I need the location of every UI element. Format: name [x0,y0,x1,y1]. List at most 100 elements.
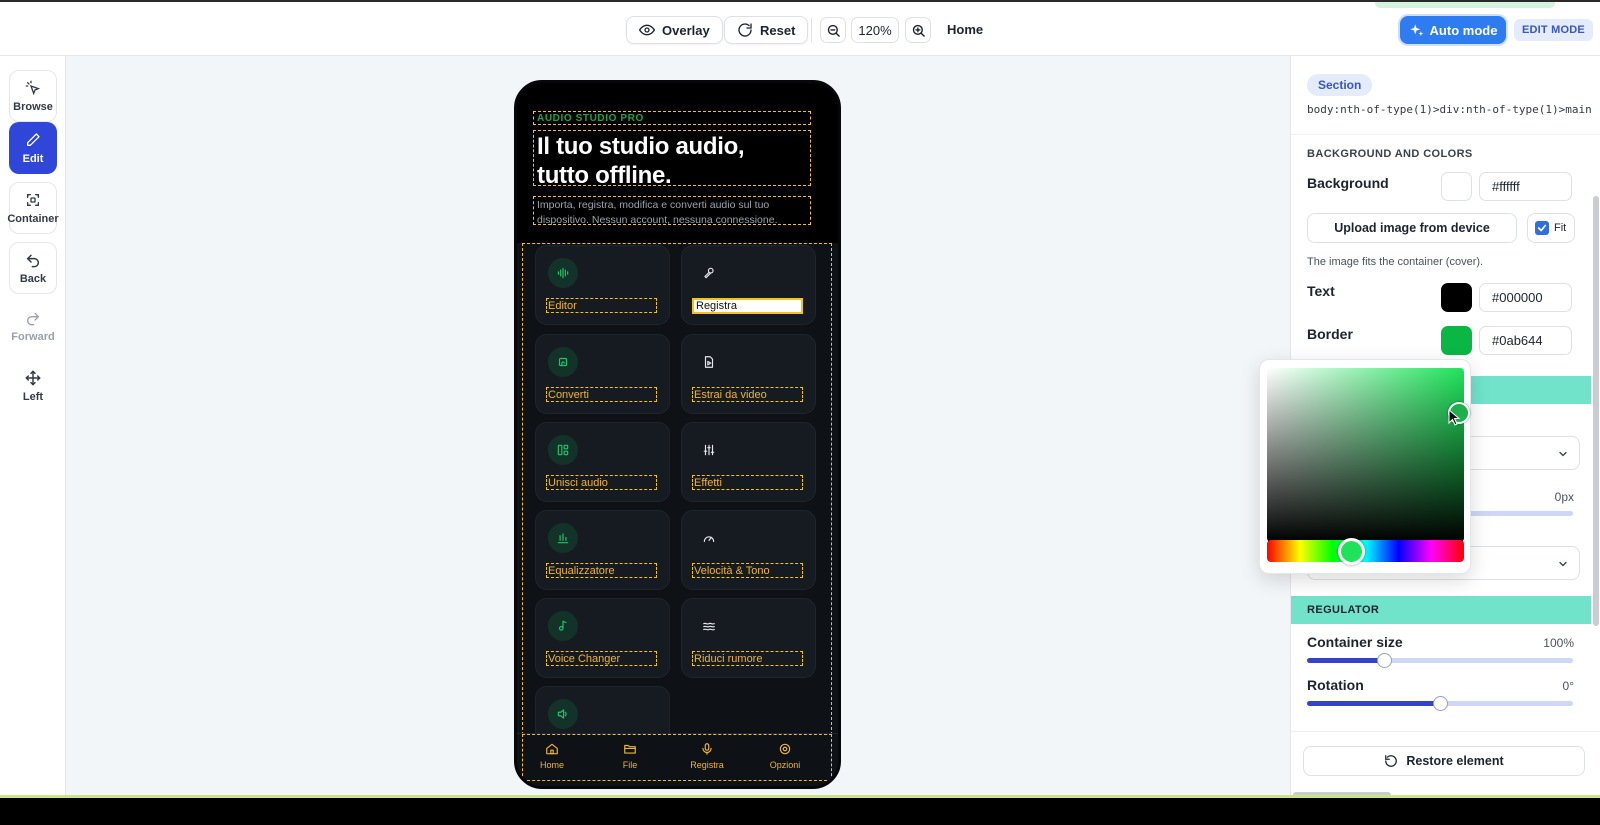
bottom-accent-line [0,795,1600,798]
background-colors-heading: BACKGROUND AND COLORS [1307,148,1473,160]
chevron-down-icon [1559,561,1567,567]
hero-section[interactable]: AUDIO STUDIO PRO Il tuo studio audio, tu… [517,83,838,243]
left-sidebar: Browse Edit Container Back Forward Left [0,56,66,797]
tile-converti[interactable]: Converti [535,334,670,414]
panel-divider [1291,134,1600,135]
border-hex-input[interactable]: #0ab644 [1479,326,1572,355]
overlay-label: Overlay [662,22,710,38]
tile-effetti[interactable]: Effetti [681,422,816,502]
fit-help-text: The image fits the container (cover). [1307,256,1484,268]
tile-estrai-da-video[interactable]: Estrai da video [681,334,816,414]
hero-title-line: Il tuo studio audio, [537,133,745,160]
tile-label-outline [546,563,657,578]
container-icon [27,193,39,206]
background-color-swatch[interactable] [1441,172,1472,201]
panel-scrollbar[interactable] [1593,196,1599,626]
music-note-icon [548,611,578,641]
zoom-out-button[interactable] [820,17,846,43]
checkbox-checked[interactable] [1535,221,1549,235]
css-selector-path: body:nth-of-type(1)>div:nth-of-type(1)>m… [1307,103,1592,116]
hero-title[interactable]: Il tuo studio audio, tutto offline. [537,132,807,190]
sidebar-item-label: Back [19,272,47,285]
sidebar-item-left[interactable]: Left [9,360,57,412]
background-hex-input[interactable]: #ffffff [1479,172,1572,201]
container-size-value: 100% [1543,636,1574,650]
selected-tile-label[interactable]: Registra [692,298,803,314]
sidebar-item-label: Edit [22,152,44,165]
border-color-label: Border [1307,326,1353,342]
tile-label-outline [546,298,657,313]
tile-editor[interactable]: Editor [535,245,670,325]
panel-divider [1291,731,1600,732]
sidebar-item-forward[interactable]: Forward [9,300,57,352]
fit-checkbox[interactable]: Fit [1527,213,1575,243]
redo-icon [27,312,39,325]
sidebar-item-label: Forward [11,330,55,343]
waves-icon [694,611,724,641]
current-page-label[interactable]: Home [947,22,983,37]
nav-item-home[interactable]: Home [522,742,582,770]
nav-label: Opzioni [769,760,801,770]
upload-image-button[interactable]: Upload image from device [1307,213,1517,243]
nav-item-file[interactable]: File [600,742,660,770]
nav-item-registra[interactable]: Registra [677,742,737,770]
zoom-in-button[interactable] [905,17,931,43]
text-color-label: Text [1307,283,1335,299]
text-hex-input[interactable]: #000000 [1479,283,1572,312]
sidebar-item-edit[interactable]: Edit [9,122,57,174]
restore-icon [1385,755,1398,767]
border-color-swatch[interactable] [1441,326,1472,355]
border-width-value: 0px [1554,490,1574,504]
sidebar-item-label: Container [7,212,59,225]
sidebar-item-back[interactable]: Back [9,242,57,294]
nav-label: File [622,760,638,770]
tile-label-outline [692,563,803,578]
hero-subtitle[interactable]: Importa, registra, modifica e converti a… [537,198,807,228]
hue-knob[interactable] [1338,538,1365,565]
convert-icon [548,347,578,377]
merge-icon [548,435,578,465]
text-color-swatch[interactable] [1441,283,1472,312]
tile-equalizzatore[interactable]: Equalizzatore [535,510,670,590]
tile-riduci-rumore[interactable]: Riduci rumore [681,598,816,678]
rotation-slider[interactable] [1307,696,1573,711]
sidebar-item-label: Left [22,390,44,403]
sidebar-item-browse[interactable]: Browse [9,70,57,122]
tile-label-outline [546,651,657,666]
fit-label: Fit [1554,222,1567,234]
settings-icon [779,743,791,755]
zoom-out-icon [827,24,840,37]
tile-voice-changer[interactable]: Voice Changer [535,598,670,678]
tile-unisci-audio[interactable]: Unisci audio [535,422,670,502]
chevron-down-icon [1559,451,1567,457]
saturation-value-area[interactable] [1267,368,1464,542]
nav-item-opzioni[interactable]: Opzioni [755,742,815,770]
folder-icon [624,744,636,754]
nav-label: Registra [690,760,724,770]
tile-registra[interactable]: Registra [681,245,816,325]
phone-bottom-nav: Home File Registra Opzioni [517,733,838,786]
reset-button[interactable]: Reset [724,16,809,44]
sidebar-item-container[interactable]: Container [7,182,59,234]
rotation-value: 0° [1562,679,1574,693]
container-size-slider[interactable] [1307,653,1573,668]
auto-mode-button[interactable]: Auto mode [1400,16,1506,44]
eye-icon [639,24,655,36]
hero-title-line: tutto offline. [537,162,672,189]
slider-fill [1307,658,1385,663]
refresh-icon [738,23,752,37]
tile-velocita-tono[interactable]: Velocità & Tono [681,510,816,590]
editor-app: Overlay Reset 120% Home Auto mode EDIT M… [0,0,1600,797]
home-icon [546,743,558,755]
overlay-button[interactable]: Overlay [626,16,723,44]
restore-element-button[interactable]: Restore element [1303,746,1585,776]
reset-label: Reset [760,22,796,38]
slider-knob[interactable] [1377,653,1393,668]
sidebar-item-label: Browse [13,100,53,113]
toolbar-divider [811,18,812,42]
slider-knob[interactable] [1433,696,1448,711]
hue-slider[interactable] [1267,540,1464,562]
waveform-icon [548,258,578,288]
microphone-icon [694,258,724,288]
phone-preview[interactable]: AUDIO STUDIO PRO Il tuo studio audio, tu… [514,80,841,789]
